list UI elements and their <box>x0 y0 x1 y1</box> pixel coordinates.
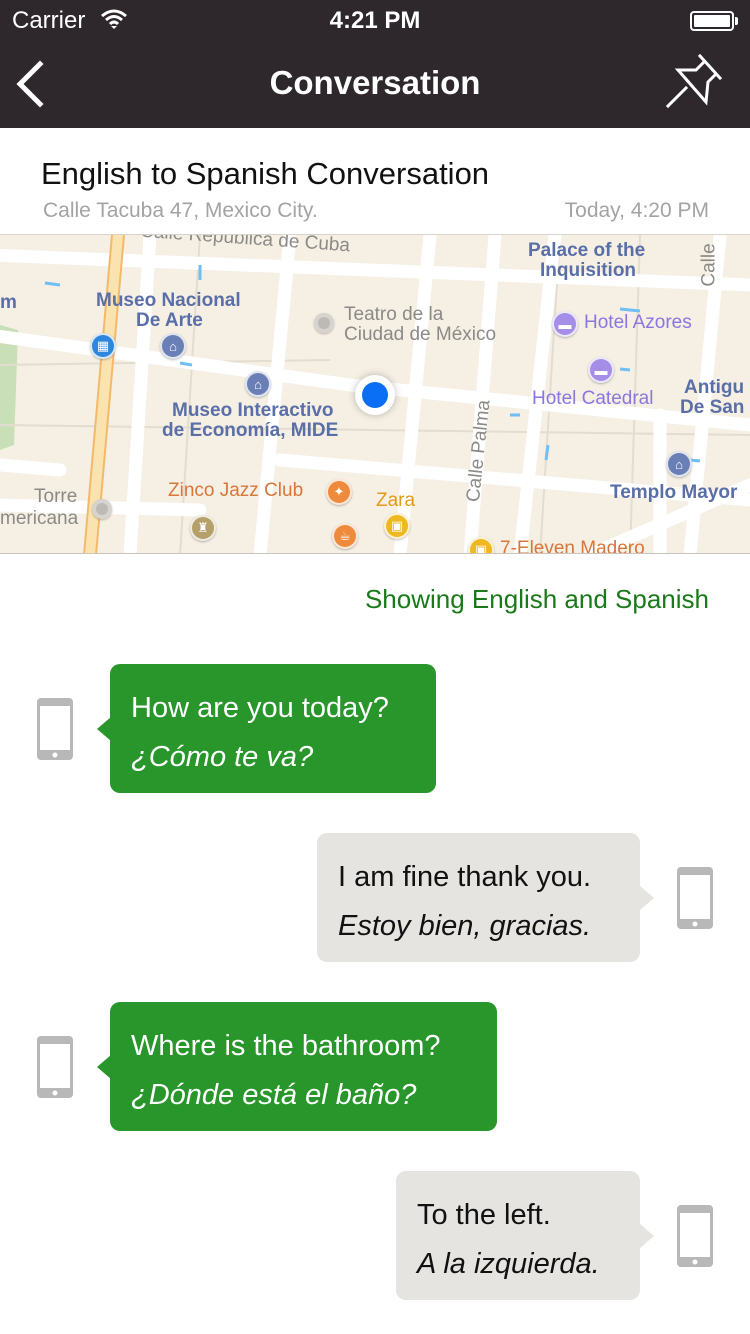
museum-icon[interactable]: ⌂ <box>666 451 692 477</box>
palace-icon[interactable]: ♜ <box>190 515 216 541</box>
device-icon <box>37 698 73 760</box>
map-label: 7-Eleven Madero <box>500 538 645 554</box>
message-bubble[interactable]: Where is the bathroom? ¿Dónde está el ba… <box>110 1002 497 1131</box>
map-label: Museo Interactivo <box>172 400 334 421</box>
map-label: De San <box>680 397 745 418</box>
map-label: de Economía, MIDE <box>162 420 339 441</box>
map-label: Museo Nacional <box>96 290 241 311</box>
conversation-location: Calle Tacuba 47, Mexico City. <box>43 199 318 222</box>
message-english: I am fine thank you. <box>338 861 592 893</box>
cafe-icon[interactable]: ☕ <box>332 523 358 549</box>
map-label: mericana <box>0 508 79 529</box>
device-icon <box>677 867 713 929</box>
map-label: Calle <box>698 243 720 287</box>
map-label: m <box>0 292 17 313</box>
map-label: Antigu <box>684 377 745 398</box>
language-toggle[interactable]: Showing English and Spanish <box>365 584 709 615</box>
metro-station-icon[interactable]: ▦ <box>90 333 116 359</box>
conversation-timestamp: Today, 4:20 PM <box>564 199 709 222</box>
pin-button[interactable] <box>662 52 723 112</box>
message-spanish: A la izquierda. <box>417 1248 600 1280</box>
map-label: Hotel Azores <box>584 312 692 333</box>
device-icon <box>677 1205 713 1267</box>
message-english: Where is the bathroom? <box>131 1030 441 1062</box>
hotel-icon[interactable]: ▬ <box>552 311 578 337</box>
status-bar: Carrier 4:21 PM <box>0 0 750 40</box>
message-spanish: ¿Dónde está el baño? <box>131 1079 417 1111</box>
map-label: Palace of the <box>528 240 646 261</box>
bubble-tail <box>640 1224 654 1248</box>
bubble-tail <box>97 717 111 741</box>
museum-icon[interactable]: ⌂ <box>245 371 271 397</box>
navigation-bar: Carrier 4:21 PM Conversation <box>0 0 750 128</box>
map-label: Templo Mayor <box>610 482 738 503</box>
message-bubble[interactable]: I am fine thank you. Estoy bien, gracias… <box>317 833 640 962</box>
map-label: Ciudad de México <box>344 324 497 345</box>
status-time: 4:21 PM <box>329 7 421 34</box>
map-label: Torre <box>34 486 78 507</box>
map-label: Hotel Catedral <box>532 388 654 409</box>
map-label: Inquisition <box>540 260 637 281</box>
message-spanish: Estoy bien, gracias. <box>338 910 592 942</box>
bubble-tail <box>640 886 654 910</box>
user-location-marker <box>355 375 395 415</box>
map-label: Zara <box>376 490 416 511</box>
landmark-pin-icon[interactable] <box>314 313 334 333</box>
landmark-pin-icon[interactable] <box>92 499 112 519</box>
shopping-bag-icon[interactable]: ▣ <box>384 513 410 539</box>
message-english: To the left. <box>417 1199 551 1231</box>
map-label: De Arte <box>136 310 203 331</box>
museum-icon[interactable]: ⌂ <box>160 333 186 359</box>
conversation-header: English to Spanish Conversation Calle Ta… <box>0 128 750 234</box>
message-english: How are you today? <box>131 692 389 724</box>
bubble-tail <box>97 1055 111 1079</box>
message-bubble[interactable]: How are you today? ¿Cómo te va? <box>110 664 436 793</box>
pushpin-icon <box>665 53 723 109</box>
hotel-icon[interactable]: ▬ <box>588 357 614 383</box>
message-bubble[interactable]: To the left. A la izquierda. <box>396 1171 640 1300</box>
map-label: Teatro de la <box>344 304 444 325</box>
page-title: Conversation <box>269 64 481 101</box>
restaurant-icon[interactable]: ✦ <box>326 479 352 505</box>
message-spanish: ¿Cómo te va? <box>131 741 314 773</box>
conversation-title: English to Spanish Conversation <box>41 156 490 191</box>
map-label: Zinco Jazz Club <box>168 480 304 501</box>
battery-icon <box>690 11 738 31</box>
device-icon <box>37 1036 73 1098</box>
map-view[interactable]: Calle República de Cuba Palace of the In… <box>0 234 750 554</box>
